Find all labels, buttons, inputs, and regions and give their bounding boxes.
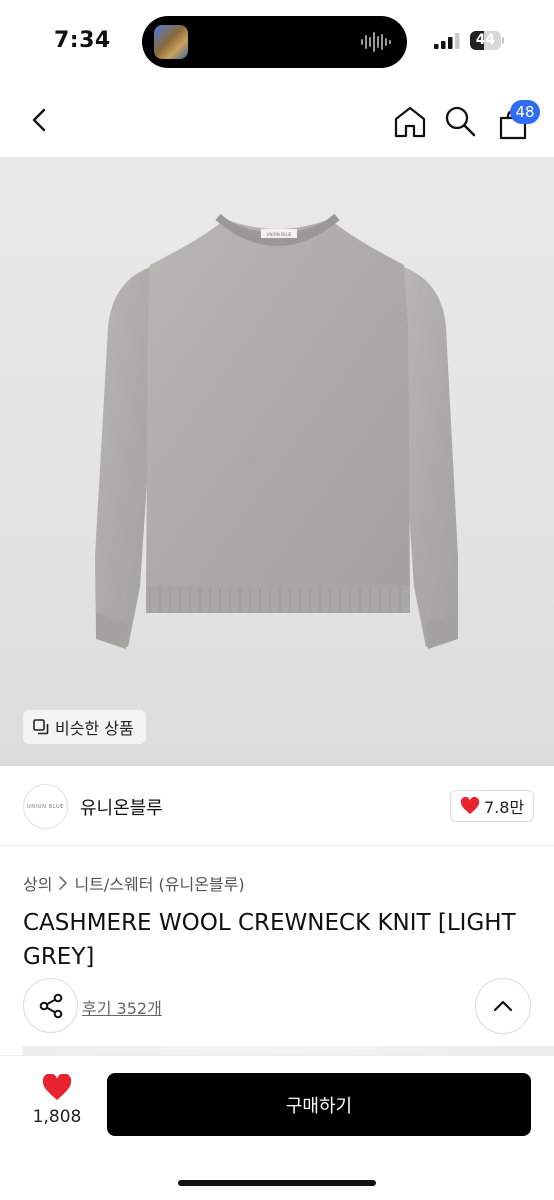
- content-peek-strip: [23, 1046, 554, 1056]
- breadcrumb-subcategory[interactable]: 니트/스웨터 (유니온블루): [74, 871, 244, 895]
- top-navigation: 48: [0, 84, 554, 156]
- battery-percentage: 44: [475, 32, 496, 48]
- buy-button-label: 구매하기: [285, 1095, 353, 1117]
- battery-indicator: 44: [470, 31, 504, 50]
- breadcrumb-category[interactable]: 상의: [23, 871, 52, 895]
- search-icon[interactable]: [443, 104, 477, 138]
- reviews-link[interactable]: 후기 352개: [82, 995, 162, 1019]
- sweater-image: UNION BLUE: [95, 213, 458, 649]
- scroll-to-top-button[interactable]: [475, 978, 531, 1034]
- chevron-up-icon: [493, 1000, 513, 1012]
- cellular-signal-icon: [434, 33, 460, 49]
- brand-row: UNION BLUE 유니온블루 7.8만: [0, 766, 554, 846]
- wishlist-count: 1,808: [32, 1107, 82, 1127]
- buy-button[interactable]: 구매하기: [107, 1073, 531, 1136]
- heart-icon: [42, 1074, 72, 1100]
- share-button[interactable]: [23, 978, 78, 1033]
- heart-icon: [460, 797, 480, 814]
- wishlist-button[interactable]: 1,808: [26, 1074, 88, 1134]
- brand-name[interactable]: 유니온블루: [80, 794, 163, 820]
- chevron-left-icon[interactable]: [24, 104, 56, 136]
- product-title: CASHMERE WOOL CREWNECK KNIT [LIGHT GREY]: [23, 910, 516, 970]
- garment-tag-text: UNION BLUE: [267, 232, 292, 237]
- home-indicator: [178, 1180, 376, 1186]
- chevron-right-icon: [59, 876, 68, 890]
- home-icon[interactable]: [392, 104, 428, 140]
- now-playing-app-icon: [154, 25, 188, 59]
- brand-logo[interactable]: UNION BLUE: [23, 784, 68, 829]
- brand-like-count: 7.8만: [484, 798, 525, 817]
- audio-wave-icon: [361, 32, 391, 52]
- share-icon: [39, 993, 62, 1018]
- product-image[interactable]: UNION BLUE 비슷한 상품: [0, 157, 554, 766]
- status-time: 7:34: [54, 28, 111, 53]
- brand-logo-text: UNION BLUE: [27, 803, 64, 810]
- similar-products-label: 비슷한 상품: [55, 719, 134, 738]
- status-bar: 7:34 44: [0, 0, 554, 84]
- bottom-action-bar: 1,808 구매하기: [0, 1056, 554, 1200]
- breadcrumb: 상의 니트/스웨터 (유니온블루): [23, 871, 245, 895]
- brand-like-button[interactable]: 7.8만: [450, 790, 535, 822]
- dynamic-island: [142, 16, 407, 68]
- similar-products-button[interactable]: 비슷한 상품: [23, 710, 146, 744]
- shopping-bag-button[interactable]: 48: [494, 100, 540, 140]
- copy-icon: [33, 719, 49, 735]
- cart-count-badge: 48: [510, 100, 540, 124]
